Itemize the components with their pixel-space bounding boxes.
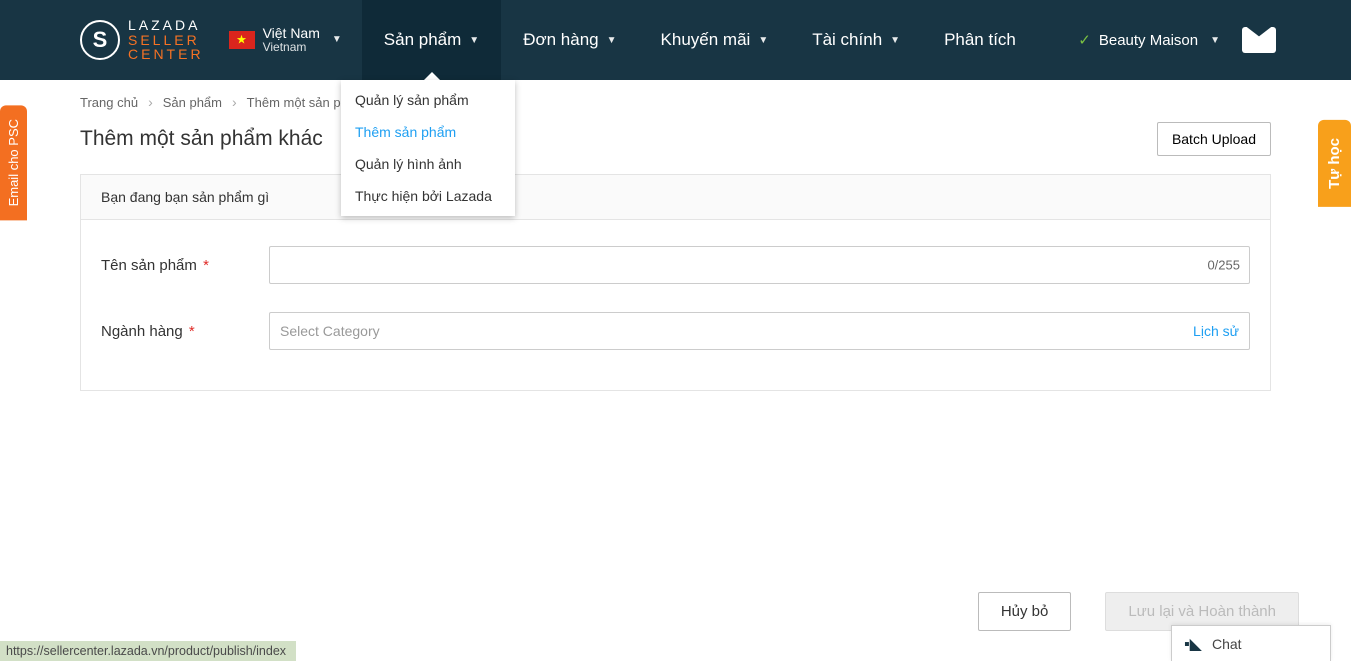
- email-psc-tab[interactable]: Email cho PSC: [0, 105, 27, 220]
- dd-manage-images[interactable]: Quản lý hình ảnh: [341, 148, 515, 180]
- country-text: Việt Nam Vietnam: [263, 25, 320, 55]
- dd-manage-products[interactable]: Quản lý sản phẩm: [341, 84, 515, 116]
- page-body: Trang chủ › Sản phẩm › Thêm một sản phẩm…: [0, 80, 1351, 391]
- category-placeholder: Select Category: [280, 323, 1193, 339]
- row-product-name: Tên sản phẩm * 0/255: [101, 246, 1250, 284]
- batch-upload-button[interactable]: Batch Upload: [1157, 122, 1271, 156]
- char-counter: 0/255: [1207, 258, 1240, 273]
- cancel-button[interactable]: Hủy bỏ: [978, 592, 1072, 631]
- breadcrumb: Trang chủ › Sản phẩm › Thêm một sản phẩm…: [80, 94, 1271, 110]
- nav-right: ✓ Beauty Maison ▼: [1078, 27, 1351, 53]
- dd-fulfilled-by-lazada[interactable]: Thực hiện bởi Lazada: [341, 180, 515, 212]
- chevron-down-icon: ▼: [758, 35, 768, 46]
- category-history-link[interactable]: Lịch sử: [1193, 323, 1239, 339]
- chevron-down-icon: ▼: [607, 35, 617, 46]
- menu-finance[interactable]: Tài chính ▼: [790, 0, 922, 80]
- check-icon: ✓: [1078, 31, 1091, 49]
- category-select[interactable]: Select Category Lịch sử: [269, 312, 1250, 350]
- products-dropdown: Quản lý sản phẩm Thêm sản phẩm Quản lý h…: [341, 80, 515, 216]
- page-head: Thêm một sản phẩm khác Batch Upload: [80, 122, 1271, 156]
- country-sub: Vietnam: [263, 41, 320, 55]
- mail-icon[interactable]: [1242, 27, 1276, 53]
- bc-home[interactable]: Trang chủ: [80, 95, 138, 110]
- category-label-text: Ngành hàng: [101, 323, 183, 340]
- product-panel: Bạn đang bạn sản phẩm gì Tên sản phẩm * …: [80, 174, 1271, 391]
- chat-icon: ▪◣: [1184, 634, 1202, 654]
- chat-label: Chat: [1212, 636, 1242, 652]
- chat-widget[interactable]: ▪◣ Chat: [1171, 625, 1331, 661]
- menu-products[interactable]: Sản phẩm ▼: [362, 0, 501, 80]
- logo-line1: LAZADA: [128, 18, 204, 33]
- country-selector[interactable]: ★ Việt Nam Vietnam ▼: [229, 25, 342, 55]
- shop-name: Beauty Maison: [1099, 32, 1198, 49]
- menu-analytics-label: Phân tích: [944, 30, 1016, 50]
- logo-icon: S: [80, 20, 120, 60]
- product-name-control: 0/255: [269, 246, 1250, 284]
- product-name-label-text: Tên sản phẩm: [101, 257, 197, 274]
- required-mark: *: [189, 323, 195, 340]
- menu-products-label: Sản phẩm: [384, 30, 462, 50]
- required-mark: *: [203, 257, 209, 274]
- chevron-down-icon: ▼: [1210, 35, 1220, 46]
- chevron-right-icon: ›: [232, 94, 237, 110]
- country-name: Việt Nam: [263, 25, 320, 41]
- category-control: Select Category Lịch sử: [269, 312, 1250, 350]
- page-title: Thêm một sản phẩm khác: [80, 127, 323, 151]
- main-menu: Sản phẩm ▼ Đơn hàng ▼ Khuyến mãi ▼ Tài c…: [362, 0, 1038, 80]
- menu-orders[interactable]: Đơn hàng ▼: [501, 0, 638, 80]
- panel-title: Bạn đang bạn sản phẩm gì: [81, 175, 1270, 220]
- status-bar-url: https://sellercenter.lazada.vn/product/p…: [0, 641, 296, 661]
- chevron-down-icon: ▼: [332, 34, 342, 45]
- menu-promotions[interactable]: Khuyến mãi ▼: [639, 0, 791, 80]
- menu-finance-label: Tài chính: [812, 30, 882, 50]
- panel-body: Tên sản phẩm * 0/255 Ngành hàng * Select…: [81, 220, 1270, 390]
- top-nav: S LAZADA SELLER CENTER ★ Việt Nam Vietna…: [0, 0, 1351, 80]
- row-category: Ngành hàng * Select Category Lịch sử: [101, 312, 1250, 350]
- logo-line2: SELLER: [128, 33, 204, 48]
- shop-selector[interactable]: ✓ Beauty Maison ▼: [1078, 31, 1220, 49]
- menu-orders-label: Đơn hàng: [523, 30, 598, 50]
- menu-analytics[interactable]: Phân tích: [922, 0, 1038, 80]
- product-name-label: Tên sản phẩm *: [101, 257, 269, 274]
- dd-add-product[interactable]: Thêm sản phẩm: [341, 116, 515, 148]
- logo-line3: CENTER: [128, 47, 204, 62]
- logo[interactable]: S LAZADA SELLER CENTER: [80, 18, 204, 62]
- chevron-down-icon: ▼: [890, 35, 900, 46]
- category-label: Ngành hàng *: [101, 323, 269, 340]
- menu-promotions-label: Khuyến mãi: [661, 30, 751, 50]
- logo-text: LAZADA SELLER CENTER: [128, 18, 204, 62]
- self-learning-tab[interactable]: Tự học: [1318, 120, 1351, 207]
- bc-products[interactable]: Sản phẩm: [163, 95, 222, 110]
- chevron-down-icon: ▼: [469, 35, 479, 46]
- flag-vn-icon: ★: [229, 31, 255, 49]
- chevron-right-icon: ›: [148, 94, 153, 110]
- product-name-input[interactable]: [269, 246, 1250, 284]
